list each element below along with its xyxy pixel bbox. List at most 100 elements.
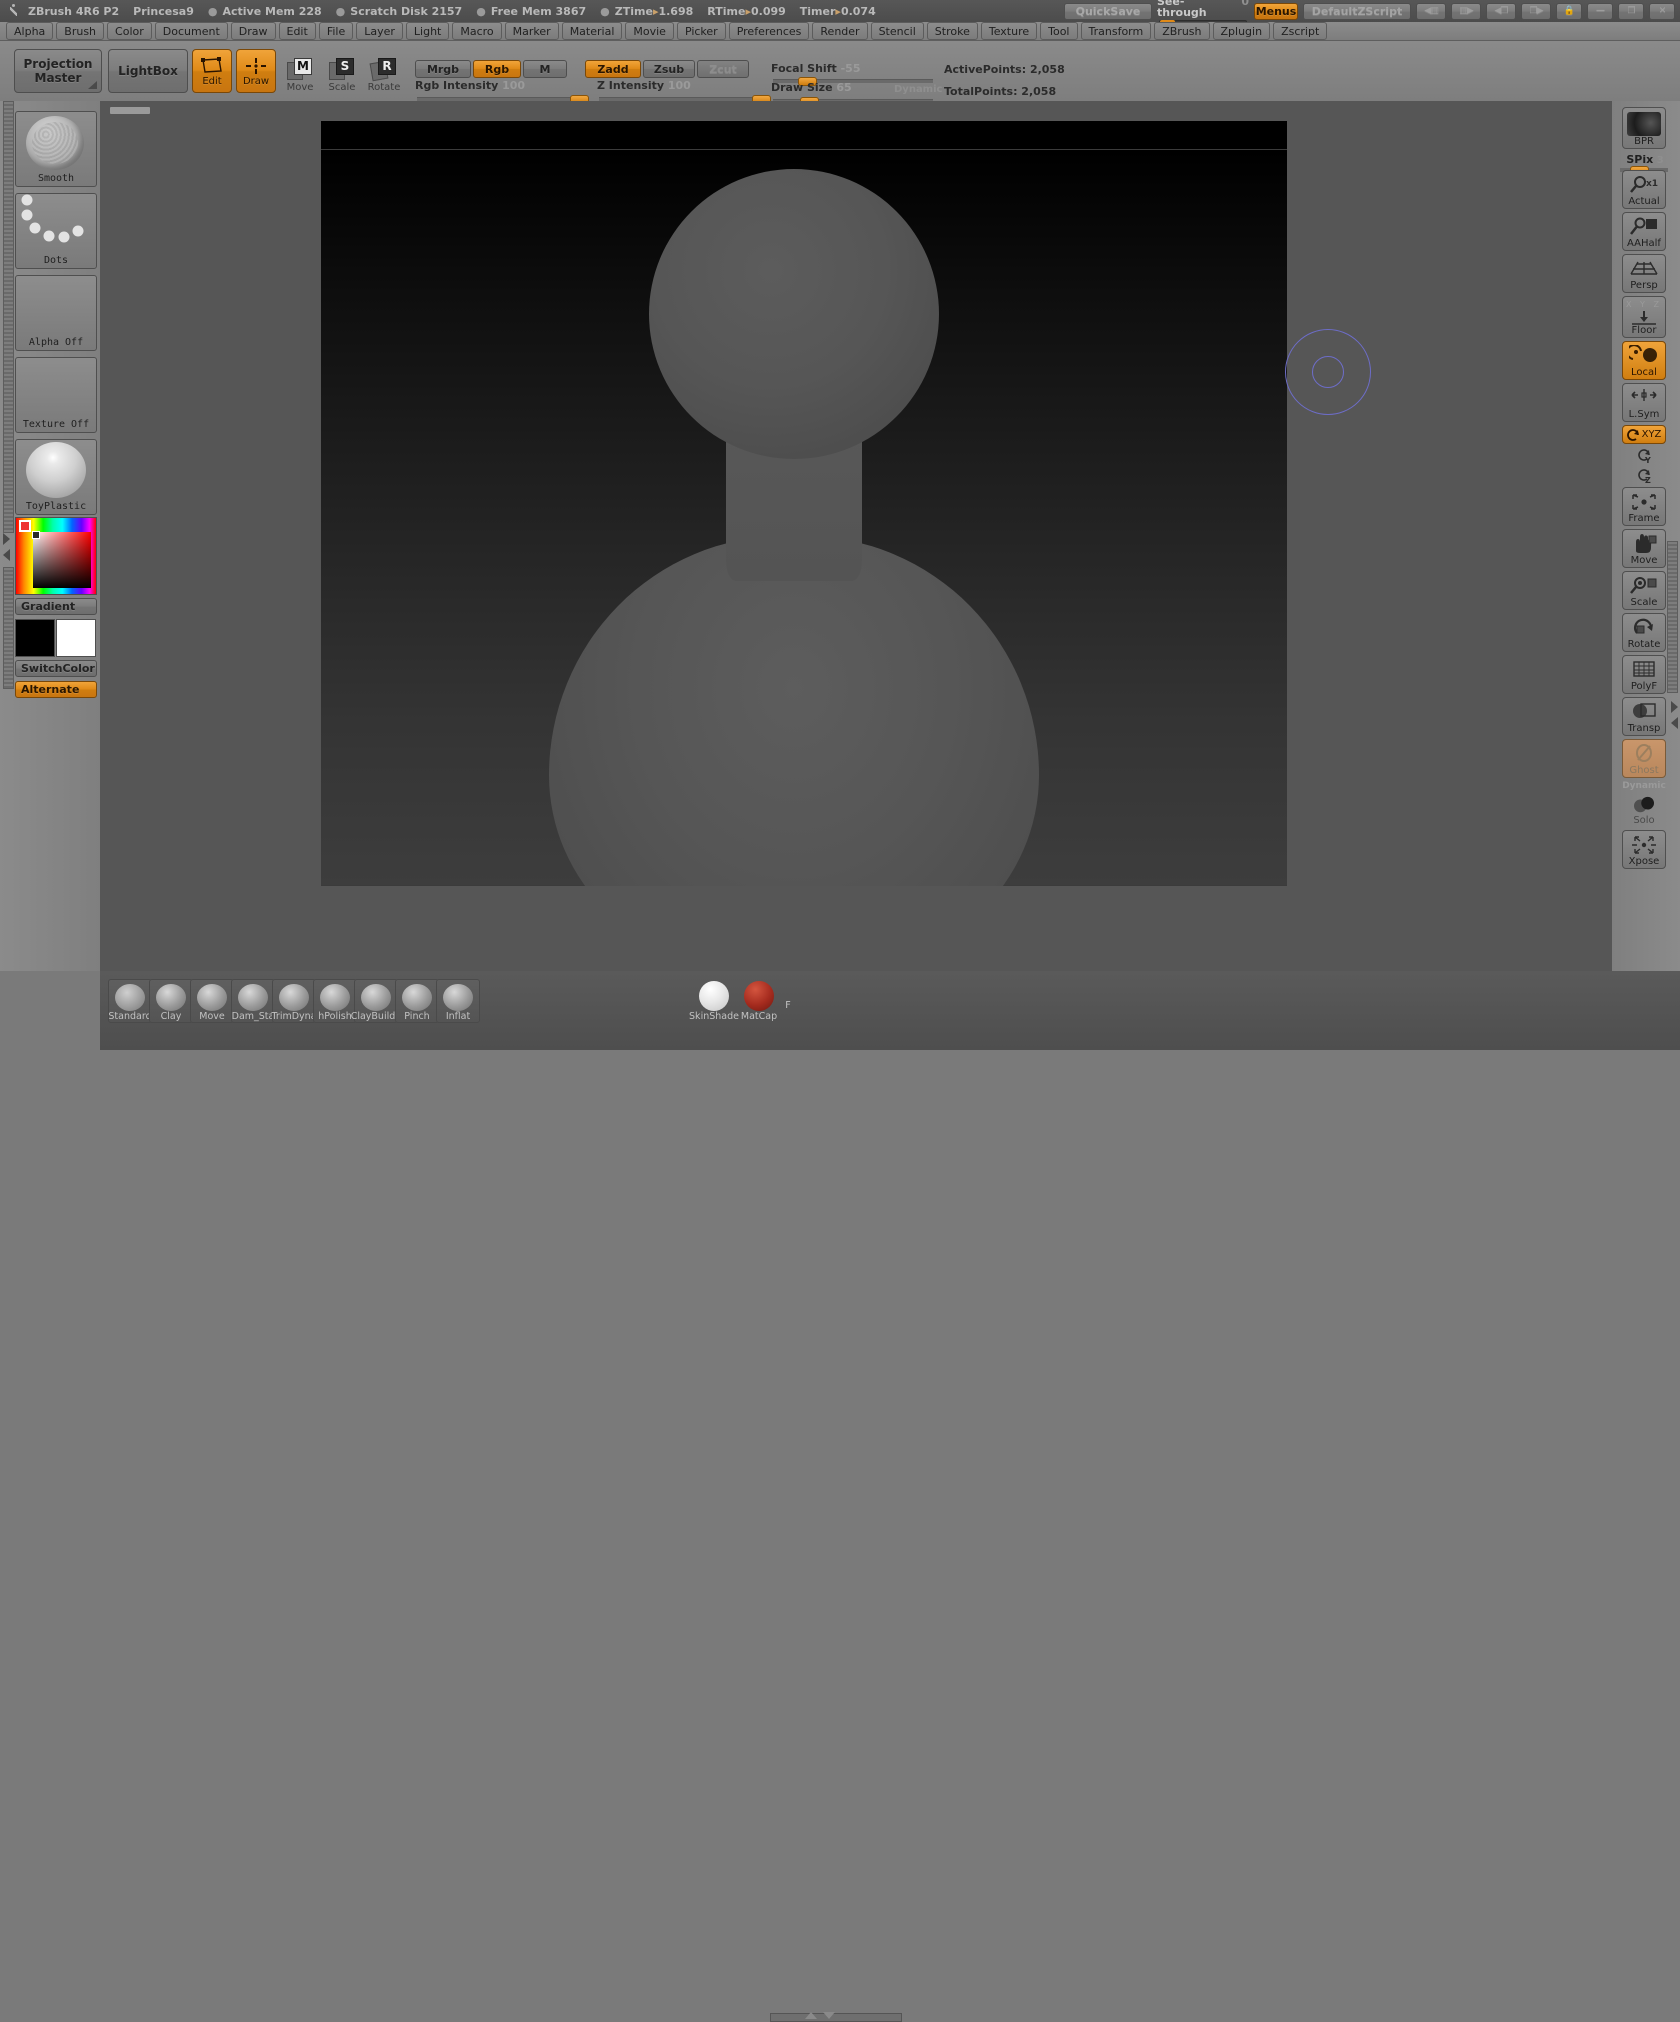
color-picker-primary-marker[interactable] — [19, 520, 31, 532]
canvas-resize-handle[interactable] — [110, 107, 150, 114]
color-picker[interactable] — [15, 517, 97, 595]
quicksave-button[interactable]: QuickSave — [1064, 3, 1152, 20]
default-zscript-button[interactable]: DefaultZScript — [1303, 3, 1411, 20]
brush-button-claybuildup[interactable]: ClayBuildu — [354, 979, 398, 1023]
perspective-button[interactable]: Persp — [1622, 254, 1666, 293]
bottom-scroll-up-arrow[interactable] — [805, 2012, 817, 2019]
bottom-shelf-scrollbar[interactable] — [770, 2013, 902, 2022]
rgb-button[interactable]: Rgb — [473, 60, 521, 78]
local-symmetry-button[interactable]: Local — [1622, 341, 1666, 380]
material-button-matcap[interactable]: MatCap — [739, 981, 779, 1022]
menu-item-macro[interactable]: Macro — [452, 22, 501, 40]
brush-button-standard[interactable]: Standard — [108, 979, 152, 1023]
menu-item-draw[interactable]: Draw — [231, 22, 276, 40]
document-canvas[interactable] — [321, 121, 1287, 886]
gradient-button[interactable]: Gradient — [15, 598, 97, 615]
menu-item-color[interactable]: Color — [107, 22, 152, 40]
projection-master-button[interactable]: Projection Master — [14, 49, 102, 93]
left-tray-scrollbar[interactable] — [3, 101, 14, 533]
xyz-button[interactable]: XYZ — [1622, 425, 1666, 444]
menu-item-picker[interactable]: Picker — [677, 22, 726, 40]
actual-size-button[interactable]: x1 Actual — [1622, 170, 1666, 209]
ghost-button[interactable]: Ghost — [1622, 739, 1666, 778]
brush-button-trimdynamic[interactable]: TrimDyna — [272, 979, 316, 1023]
next-script-icon[interactable]: ▥▶ — [1451, 3, 1481, 20]
menu-item-zplugin[interactable]: Zplugin — [1213, 22, 1271, 40]
menu-item-brush[interactable]: Brush — [56, 22, 104, 40]
xpose-button[interactable]: Xpose — [1622, 830, 1666, 869]
next-layout-icon[interactable]: ❐▶ — [1521, 3, 1551, 20]
y-axis-rotate-icon[interactable]: Y — [1634, 447, 1654, 465]
brush-button-clay[interactable]: Clay — [149, 979, 193, 1023]
brush-button-pinch[interactable]: Pinch — [395, 979, 439, 1023]
right-tray-scroll-left-arrow[interactable] — [1671, 717, 1678, 729]
brush-button-dam-standard[interactable]: Dam_Sta — [231, 979, 275, 1023]
scale-mode-button[interactable]: S Scale — [322, 49, 362, 93]
brush-button-inflat[interactable]: Inflat — [436, 979, 480, 1023]
prev-layout-icon[interactable]: ◀❐ — [1486, 3, 1516, 20]
minimize-icon[interactable]: — — [1587, 3, 1613, 20]
transparency-button[interactable]: Transp — [1622, 697, 1666, 736]
canvas-area[interactable] — [100, 101, 1612, 971]
close-icon[interactable]: ✕ — [1649, 3, 1675, 20]
zcut-button[interactable]: Zcut — [697, 60, 749, 78]
bpr-render-button[interactable]: BPR — [1622, 107, 1666, 149]
z-axis-rotate-icon[interactable]: Z — [1634, 467, 1654, 485]
current-brush-swatch[interactable]: Smooth — [15, 111, 97, 187]
menu-item-render[interactable]: Render — [812, 22, 867, 40]
dynamic-solo-label[interactable]: Dynamic — [1622, 781, 1666, 791]
lock-icon[interactable]: 🔒 — [1556, 3, 1582, 20]
rotate-mode-button[interactable]: R Rotate — [364, 49, 404, 93]
menu-item-layer[interactable]: Layer — [356, 22, 403, 40]
saturation-value-square[interactable] — [33, 532, 91, 588]
move-mode-button[interactable]: M Move — [280, 49, 320, 93]
secondary-color-swatch[interactable] — [56, 619, 96, 657]
right-tray-scroll-right-arrow[interactable] — [1671, 701, 1678, 713]
right-tray-scrollbar[interactable] — [1667, 541, 1678, 693]
menu-item-material[interactable]: Material — [562, 22, 623, 40]
menus-toggle-button[interactable]: Menus — [1254, 3, 1298, 20]
rotate-button[interactable]: Rotate — [1622, 613, 1666, 652]
floor-grid-button[interactable]: X Y Z Floor — [1622, 296, 1666, 338]
left-tray-scroll-left-arrow[interactable] — [3, 549, 10, 561]
zadd-button[interactable]: Zadd — [585, 60, 641, 78]
menu-item-document[interactable]: Document — [155, 22, 228, 40]
polyframe-button[interactable]: PolyF — [1622, 655, 1666, 694]
restore-icon[interactable]: ❐ — [1618, 3, 1644, 20]
switchcolor-button[interactable]: SwitchColor — [15, 660, 97, 677]
menu-item-tool[interactable]: Tool — [1040, 22, 1077, 40]
current-texture-swatch[interactable]: Texture Off — [15, 357, 97, 433]
alternate-button[interactable]: Alternate — [15, 681, 97, 698]
scale-button[interactable]: Scale — [1622, 571, 1666, 610]
menu-item-movie[interactable]: Movie — [625, 22, 674, 40]
brush-button-move[interactable]: Move — [190, 979, 234, 1023]
current-stroke-swatch[interactable]: Dots — [15, 193, 97, 269]
edit-mode-button[interactable]: Edit — [192, 49, 232, 93]
aahalf-button[interactable]: AAHalf — [1622, 212, 1666, 251]
bottom-scroll-down-arrow[interactable] — [823, 2012, 835, 2019]
prev-script-icon[interactable]: ◀▥ — [1416, 3, 1446, 20]
menu-item-edit[interactable]: Edit — [279, 22, 316, 40]
projection-master-expand-icon[interactable] — [88, 81, 97, 89]
zsub-button[interactable]: Zsub — [643, 60, 695, 78]
menu-item-alpha[interactable]: Alpha — [6, 22, 53, 40]
menu-item-zbrush[interactable]: ZBrush — [1154, 22, 1209, 40]
menu-item-zscript[interactable]: Zscript — [1273, 22, 1327, 40]
mrgb-button[interactable]: Mrgb — [415, 60, 471, 78]
menu-item-texture[interactable]: Texture — [981, 22, 1037, 40]
menu-item-stroke[interactable]: Stroke — [927, 22, 978, 40]
lightbox-button[interactable]: LightBox — [108, 49, 188, 93]
current-alpha-swatch[interactable]: Alpha Off — [15, 275, 97, 351]
main-color-swatch[interactable] — [15, 619, 55, 657]
frame-button[interactable]: Frame — [1622, 487, 1666, 526]
menu-item-marker[interactable]: Marker — [505, 22, 559, 40]
left-tray-scroll-right-arrow[interactable] — [3, 533, 10, 545]
menu-item-transform[interactable]: Transform — [1081, 22, 1152, 40]
floor-axes-label[interactable]: X Y Z — [1626, 300, 1662, 309]
move-button[interactable]: Move — [1622, 529, 1666, 568]
menu-item-file[interactable]: File — [319, 22, 353, 40]
m-button[interactable]: M — [523, 60, 567, 78]
menu-item-light[interactable]: Light — [406, 22, 449, 40]
draw-mode-button[interactable]: Draw — [236, 49, 276, 93]
menu-item-preferences[interactable]: Preferences — [729, 22, 810, 40]
